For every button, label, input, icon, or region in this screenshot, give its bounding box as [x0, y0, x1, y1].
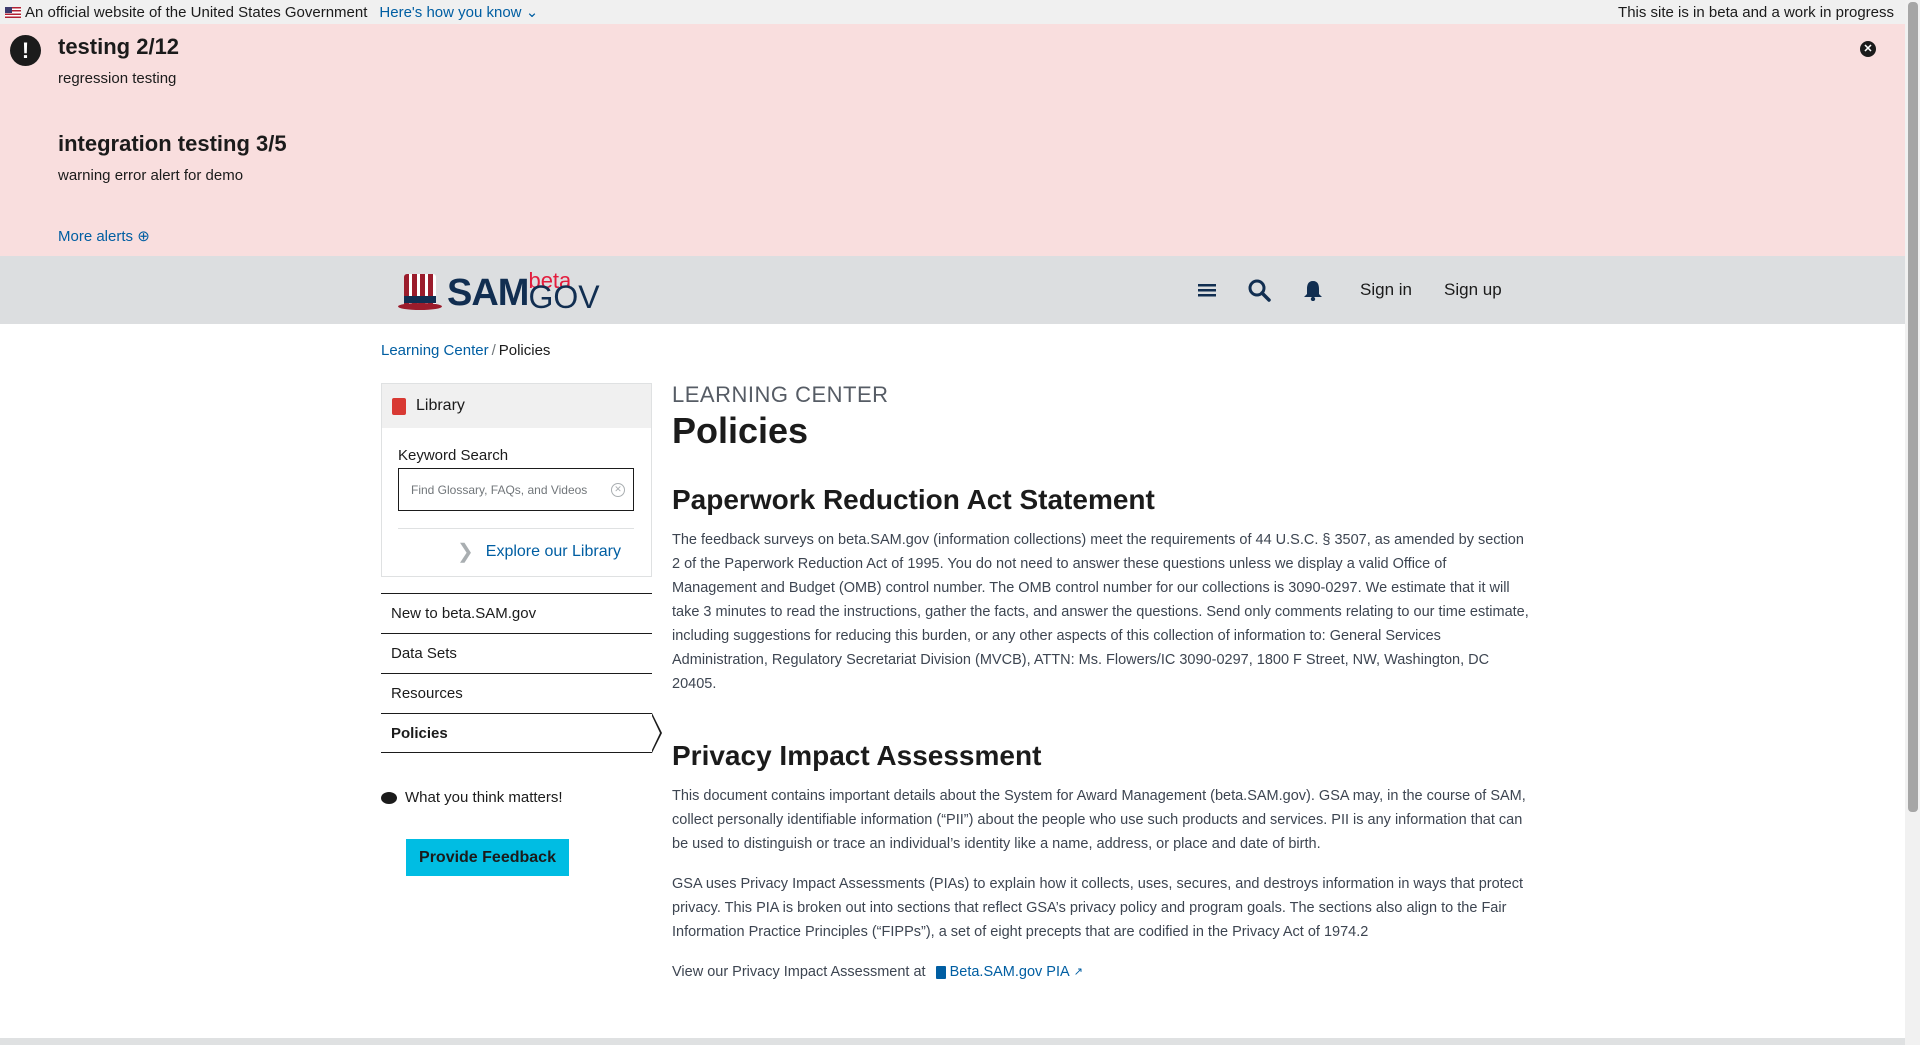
pia-link-label: Beta.SAM.gov PIA: [949, 964, 1070, 980]
pra-paragraph: The feedback surveys on beta.SAM.gov (in…: [672, 532, 1529, 692]
logo-sam-text: SAM: [447, 272, 529, 314]
provide-feedback-button[interactable]: Provide Feedback: [406, 839, 569, 876]
book-icon: [935, 965, 946, 979]
pia-view-text: View our Privacy Impact Assessment at: [672, 964, 926, 980]
feedback-prompt: What you think matters!: [381, 789, 563, 806]
side-nav-item-policies[interactable]: Policies: [381, 713, 662, 753]
site-header: SAM beta GOV Sign in Sign up: [0, 256, 1905, 324]
pra-heading: Paperwork Reduction Act Statement: [672, 484, 1155, 515]
scrollbar[interactable]: [1905, 0, 1920, 1045]
side-nav: New to beta.SAM.gov Data Sets Resources …: [381, 593, 662, 753]
chevron-right-icon: ❯: [457, 541, 474, 563]
side-nav-item-new[interactable]: New to beta.SAM.gov: [381, 593, 652, 633]
footer-edge: [0, 1038, 1905, 1045]
side-nav-item-data-sets[interactable]: Data Sets: [381, 633, 652, 673]
gov-banner: An official website of the United States…: [0, 0, 1920, 24]
pia-view-line: View our Privacy Impact Assessment at Be…: [672, 960, 1083, 984]
alert-text: warning error alert for demo: [58, 167, 244, 184]
divider: [398, 528, 634, 529]
notifications-button[interactable]: [1303, 256, 1323, 324]
keyword-search-placeholder: Find Glossary, FAQs, and Videos: [411, 482, 588, 497]
keyword-search-label: Keyword Search: [398, 447, 509, 464]
external-link-icon: ↗: [1073, 966, 1083, 978]
logo-gov-text: GOV: [528, 279, 600, 315]
sign-in-link[interactable]: Sign in: [1360, 256, 1412, 324]
think-text: What you think matters!: [405, 789, 563, 806]
scrollbar-thumb[interactable]: [1908, 2, 1918, 812]
gov-banner-left: An official website of the United States…: [5, 3, 538, 21]
exclamation-icon: !: [10, 35, 41, 66]
us-flag-icon: [5, 6, 21, 18]
chevron-down-icon: ⌄: [525, 4, 539, 21]
menu-button[interactable]: [1198, 256, 1216, 324]
bell-icon: [1304, 281, 1322, 301]
section-kicker: LEARNING CENTER: [672, 382, 889, 407]
close-alert-icon[interactable]: ✕: [1860, 41, 1876, 57]
more-alerts-link[interactable]: More alerts ⊕: [58, 227, 150, 245]
breadcrumb-current: Policies: [498, 342, 551, 359]
pia-heading: Privacy Impact Assessment: [672, 740, 1042, 771]
alert-title: integration testing 3/5: [58, 131, 287, 156]
library-header: Library: [382, 384, 651, 428]
active-arrow-icon: [651, 713, 662, 753]
search-icon: [1248, 279, 1271, 302]
sign-up-link[interactable]: Sign up: [1444, 256, 1502, 324]
main-content: LEARNING CENTER Policies Paperwork Reduc…: [672, 382, 1534, 980]
page-title: Policies: [672, 410, 809, 451]
breadcrumb: Learning Center / Policies: [381, 342, 550, 359]
official-text: An official website of the United States…: [25, 3, 368, 21]
uncle-sam-hat-icon: [398, 270, 442, 314]
explore-library-link[interactable]: ❯ Explore our Library: [457, 539, 621, 564]
comments-icon: [381, 791, 397, 804]
side-nav-item-resources[interactable]: Resources: [381, 673, 652, 713]
library-title: Library: [416, 397, 465, 414]
alert-item: integration testing 3/5 warning error al…: [58, 131, 287, 184]
library-panel: Library Keyword Search Find Glossary, FA…: [381, 383, 652, 577]
arrow-circle-right-icon: ⊕: [137, 228, 150, 245]
alerts-panel: ! ✕ testing 2/12 regression testing inte…: [0, 24, 1905, 256]
hamburger-menu-icon: [1198, 284, 1216, 297]
search-button[interactable]: [1247, 256, 1271, 324]
alert-title: testing 2/12: [58, 34, 180, 59]
breadcrumb-separator: /: [491, 342, 496, 359]
how-you-know-link[interactable]: Here's how you know ⌄: [379, 3, 538, 21]
book-icon: [392, 397, 406, 415]
alert-text: regression testing: [58, 70, 177, 87]
explore-library-label: Explore our Library: [485, 542, 621, 560]
beta-notice: This site is in beta and a work in progr…: [1618, 3, 1894, 21]
sam-logo[interactable]: SAM beta GOV: [398, 268, 600, 315]
breadcrumb-learning-center[interactable]: Learning Center: [381, 342, 489, 359]
clear-icon[interactable]: ✕: [611, 483, 625, 497]
pia-paragraph: This document contains important details…: [672, 788, 1526, 852]
keyword-search-input[interactable]: Find Glossary, FAQs, and Videos ✕: [398, 468, 634, 511]
pia-paragraph: GSA uses Privacy Impact Assessments (PIA…: [672, 876, 1524, 940]
pia-link[interactable]: Beta.SAM.gov PIA ↗: [935, 960, 1083, 984]
alert-item: testing 2/12 regression testing: [58, 34, 179, 87]
